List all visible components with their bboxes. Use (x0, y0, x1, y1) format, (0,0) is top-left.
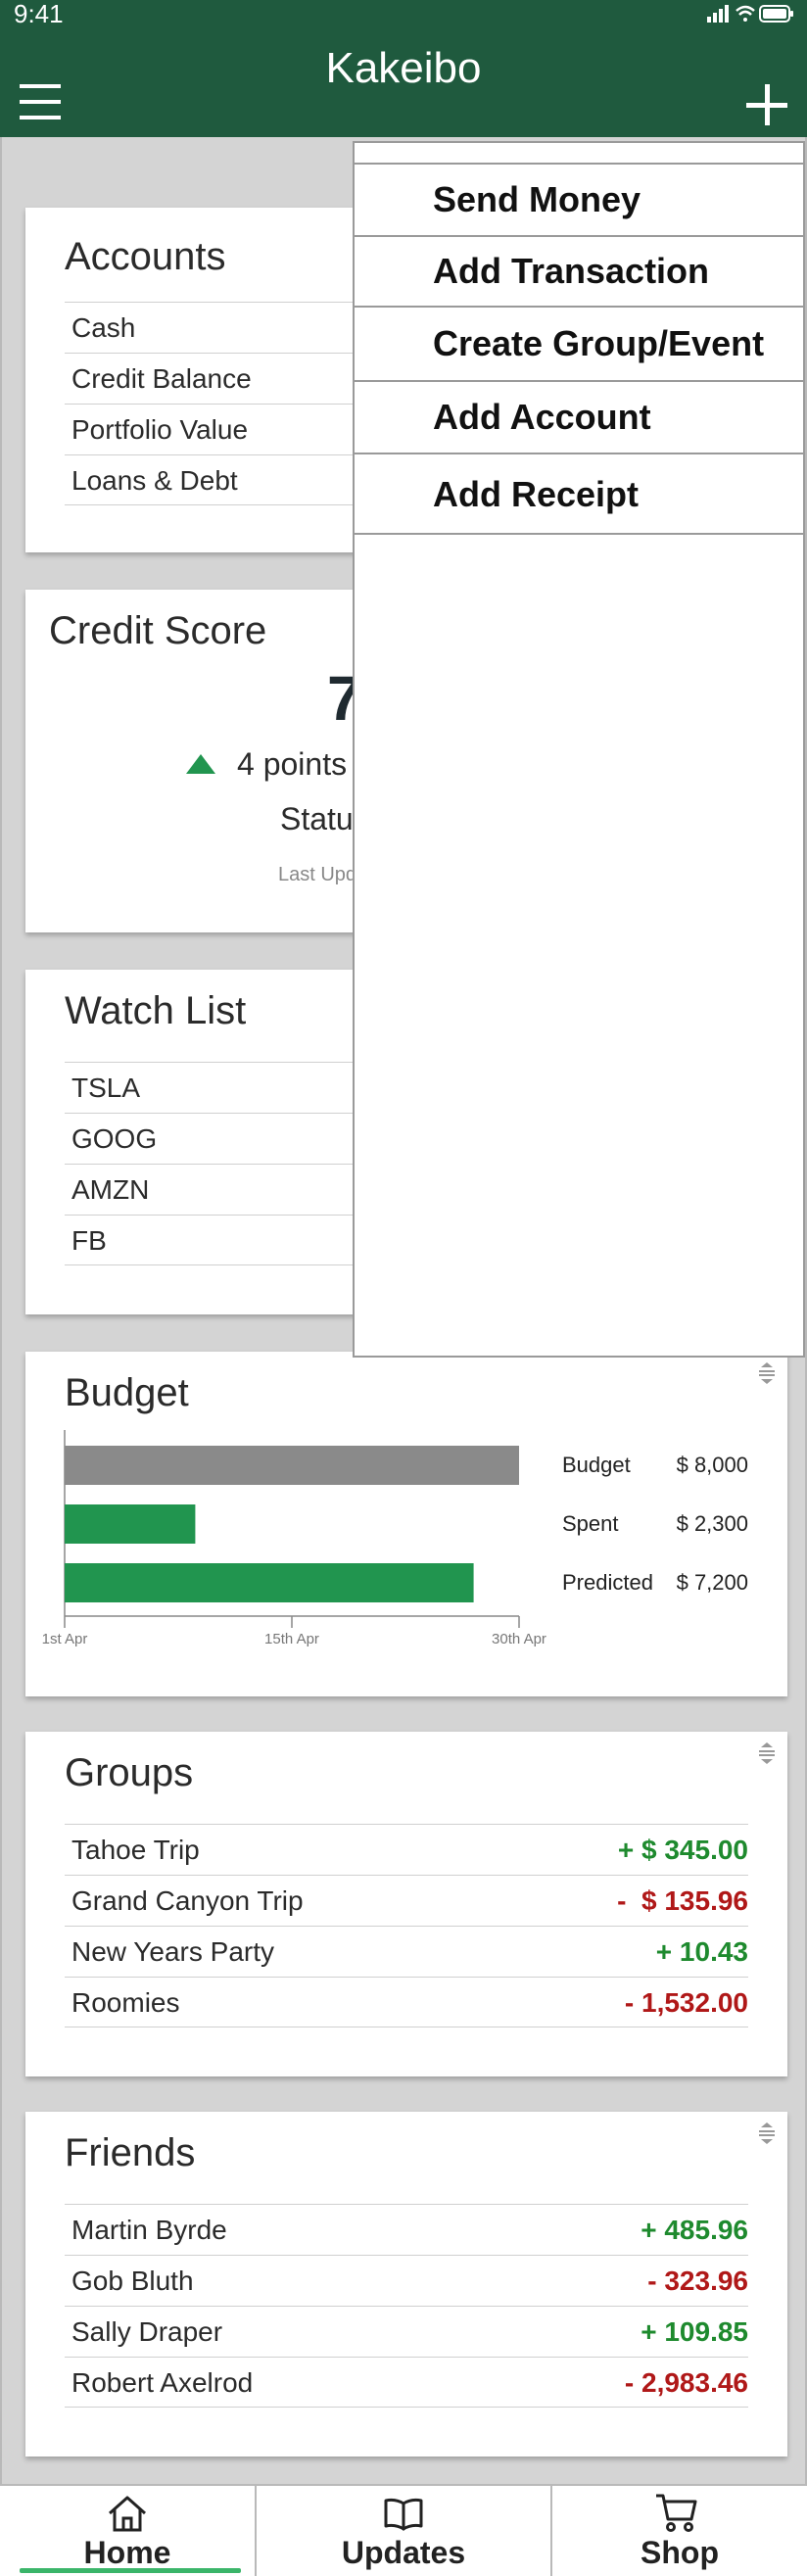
add-button[interactable] (746, 84, 787, 125)
drag-handle-icon[interactable] (756, 1741, 778, 1765)
card-title: Accounts (65, 235, 226, 278)
status-time: 9:41 (14, 0, 64, 28)
tab-home[interactable]: Home (0, 2486, 255, 2576)
row-amount: + $ 345.00 (617, 1835, 748, 1865)
menu-button[interactable] (20, 84, 61, 119)
status-icons (707, 5, 793, 23)
group-row[interactable]: Roomies - 1,532.00 (65, 1977, 748, 2027)
signal-icon (707, 5, 729, 23)
drag-handle-icon[interactable] (756, 1361, 778, 1385)
budget-category-label: Spent (562, 1511, 619, 1536)
menu-item-add-account[interactable]: Add Account (355, 382, 803, 454)
tab-label: Updates (341, 2535, 466, 2570)
status-bar: 9:41 (0, 0, 807, 27)
row-label: Loans & Debt (71, 465, 238, 496)
menu-item-send-money[interactable]: Send Money (355, 165, 803, 237)
budget-value-label: $ 2,300 (677, 1511, 748, 1536)
budget-value-label: $ 8,000 (677, 1453, 748, 1477)
friend-row[interactable]: Sally Draper + 109.85 (65, 2306, 748, 2357)
row-amount: - $ 135.96 (617, 1885, 748, 1916)
budget-chart: Budget $ 8,000 Spent $ 2,300 Predicted $ 7,20… (42, 1430, 748, 1647)
row-amount: - 323.96 (647, 2266, 748, 2296)
row-amount: + 10.43 (655, 1936, 748, 1967)
tab-shop[interactable]: Shop (552, 2486, 807, 2576)
home-icon (109, 2496, 146, 2532)
credit-score-change: 4 points (237, 746, 348, 782)
friends-card[interactable]: Friends Martin Byrde + 485.96 Gob Bluth - … (25, 2112, 787, 2457)
cart-icon (656, 2494, 697, 2532)
row-amount: - 1,532.00 (624, 1987, 748, 2018)
row-label: New Years Party (71, 1936, 274, 1967)
budget-card[interactable]: Budget Budget $ 8,000 Spent $ 2,300 Predicte… (25, 1352, 787, 1696)
tab-label: Shop (641, 2535, 719, 2570)
row-label: FB (71, 1225, 107, 1256)
groups-list: Tahoe Trip + $ 345.00 Grand Canyon Trip - … (65, 1824, 748, 2027)
up-arrow-icon (186, 754, 215, 774)
credit-score-status: Statu (280, 801, 354, 836)
row-label: TSLA (71, 1073, 141, 1103)
budget-category-label: Budget (562, 1453, 631, 1477)
hamburger-icon-bar (20, 84, 61, 88)
card-title: Friends (65, 2131, 196, 2174)
row-label: Cash (71, 312, 136, 343)
row-amount: - 2,983.46 (624, 2367, 748, 2398)
menu-item-add-receipt[interactable]: Add Receipt (355, 454, 803, 535)
budget-x-tick-label: 30th Apr (492, 1631, 546, 1647)
row-label: AMZN (71, 1174, 150, 1205)
row-label: Gob Bluth (71, 2266, 194, 2296)
row-label: Martin Byrde (71, 2215, 227, 2245)
budget-x-tick-label: 1st Apr (42, 1631, 88, 1647)
tab-bar: Home Updates Shop (0, 2484, 807, 2576)
friend-row[interactable]: Martin Byrde + 485.96 (65, 2204, 748, 2255)
budget-x-tick-label: 15th Apr (264, 1631, 319, 1647)
menu-item-add-transaction[interactable]: Add Transaction (355, 237, 803, 308)
friend-row[interactable]: Gob Bluth - 323.96 (65, 2255, 748, 2306)
group-row[interactable]: New Years Party + 10.43 (65, 1926, 748, 1977)
active-tab-indicator (20, 2568, 241, 2573)
hamburger-icon-bar (20, 116, 61, 119)
battery-icon (759, 5, 793, 23)
budget-category-label: Predicted (562, 1570, 653, 1595)
row-label: Sally Draper (71, 2316, 223, 2347)
card-title: Groups (65, 1751, 194, 1794)
friend-row[interactable]: Robert Axelrod - 2,983.46 (65, 2357, 748, 2408)
budget-value-label: $ 7,200 (677, 1570, 748, 1595)
app-title: Kakeibo (325, 44, 482, 92)
card-title: Budget (65, 1371, 189, 1414)
row-label: Grand Canyon Trip (71, 1885, 304, 1916)
book-icon (384, 2498, 423, 2531)
friends-list: Martin Byrde + 485.96 Gob Bluth - 323.96 S… (65, 2204, 748, 2408)
card-title: Credit Score (49, 609, 267, 652)
menu-item-create-group-event[interactable]: Create Group/Event (355, 308, 803, 382)
tab-updates[interactable]: Updates (257, 2486, 550, 2576)
tab-label: Home (83, 2535, 171, 2570)
drag-handle-icon[interactable] (756, 2122, 778, 2145)
group-row[interactable]: Tahoe Trip + $ 345.00 (65, 1824, 748, 1875)
budget-bar-predicted (65, 1563, 474, 1602)
card-title: Watch List (65, 989, 247, 1032)
row-label: Roomies (71, 1987, 180, 2018)
add-menu: Send Money Add Transaction Create Group/… (353, 141, 805, 1358)
group-row[interactable]: Grand Canyon Trip - $ 135.96 (65, 1875, 748, 1926)
row-label: Tahoe Trip (71, 1835, 200, 1865)
row-label: GOOG (71, 1123, 158, 1154)
row-label: Portfolio Value (71, 414, 249, 445)
row-amount: + 109.85 (641, 2316, 748, 2347)
credit-last-updated: Last Upd (278, 864, 357, 885)
budget-bar-budget (65, 1446, 519, 1485)
row-label: Credit Balance (71, 363, 252, 394)
wifi-icon (736, 5, 755, 22)
budget-bar-spent (65, 1504, 196, 1544)
hamburger-icon-bar (20, 100, 61, 104)
groups-card[interactable]: Groups Tahoe Trip + $ 345.00 Grand Canyon… (25, 1732, 787, 2076)
row-label: Robert Axelrod (71, 2367, 254, 2398)
row-amount: + 485.96 (641, 2215, 748, 2245)
